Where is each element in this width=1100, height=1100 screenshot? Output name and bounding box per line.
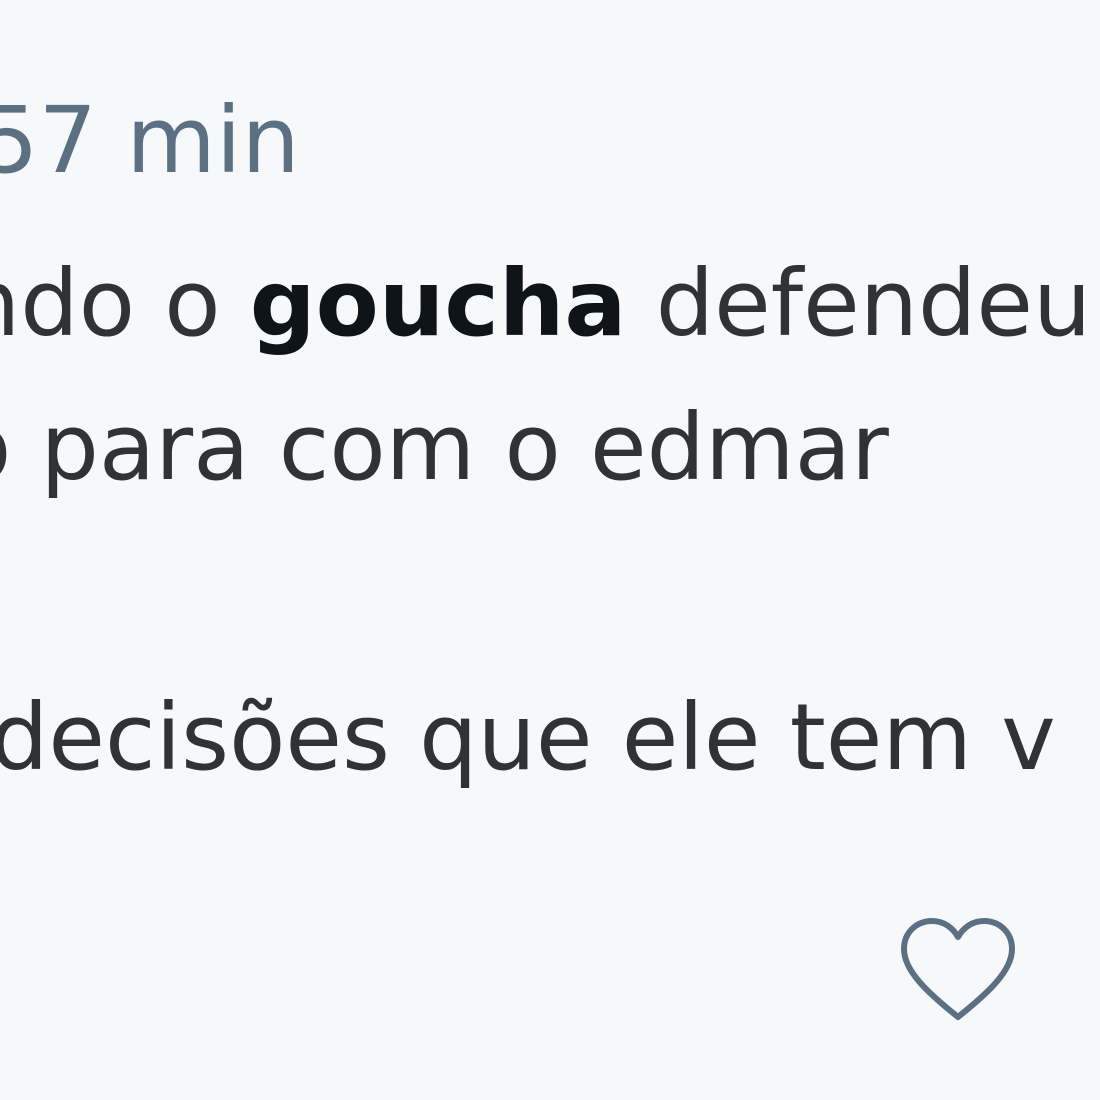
tweet-text-fragment: defendeu [626,250,1092,357]
tweet-text-line-3: decisões que ele tem v [0,684,1056,791]
reply-arrow-icon [0,905,60,1035]
tweet-timestamp[interactable]: 57 min [0,95,300,187]
like-button[interactable] [888,905,1028,1035]
tweet-card: 57 min ndo o goucha defendeu o para com … [0,0,1100,1100]
reply-button[interactable] [0,905,60,1035]
mention-goucha[interactable]: goucha [250,250,627,357]
tweet-text-line-2: o para com o edmar [0,394,889,501]
tweet-text-line-1: ndo o goucha defendeu [0,258,1091,350]
heart-icon [901,918,1015,1020]
tweet-text-fragment: ndo o [0,250,221,357]
